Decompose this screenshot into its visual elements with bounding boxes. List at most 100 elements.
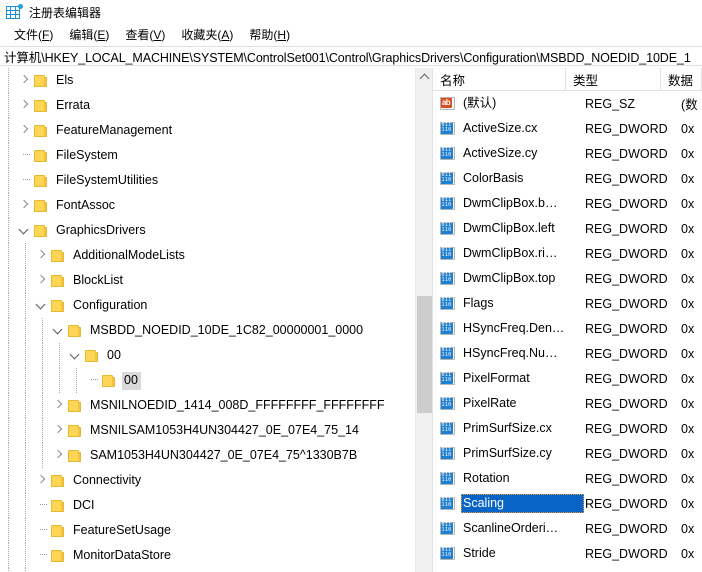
values-list[interactable]: (默认)REG_SZ(数011110ActiveSize.cxREG_DWORD…: [433, 91, 702, 572]
tree-item[interactable]: Errata: [0, 93, 416, 118]
tree-item[interactable]: ScaleFactors: [0, 568, 416, 572]
value-row[interactable]: 011110DwmClipBox.topREG_DWORD0x: [433, 266, 702, 291]
chevron-right-icon[interactable]: [34, 243, 50, 268]
tree-item[interactable]: Configuration: [0, 293, 416, 318]
tree-item-label: FontAssoc: [54, 197, 118, 215]
chevron-right-icon[interactable]: [34, 268, 50, 293]
address-bar[interactable]: 计算机\HKEY_LOCAL_MACHINE\SYSTEM\ControlSet…: [0, 46, 702, 66]
tree-indent-guides: [0, 143, 17, 168]
tree-indent-guides: [0, 168, 17, 193]
tree-item[interactable]: DCI: [0, 493, 416, 518]
registry-tree-pane: Els ErrataFeatureManagementFileSystemFile…: [0, 68, 433, 572]
tree-item[interactable]: AdditionalModeLists: [0, 243, 416, 268]
value-row[interactable]: (默认)REG_SZ(数: [433, 91, 702, 116]
folder-icon: [67, 399, 83, 413]
tree-item[interactable]: FeatureSetUsage: [0, 518, 416, 543]
tree-item-label: MonitorDataStore: [71, 547, 174, 565]
menu-favorites[interactable]: 收藏夹(A): [174, 24, 242, 45]
folder-icon: [50, 274, 66, 288]
value-row[interactable]: 011110PixelFormatREG_DWORD0x: [433, 366, 702, 391]
tree-indent-guides: [0, 243, 34, 268]
value-row[interactable]: 011110RotationREG_DWORD0x: [433, 466, 702, 491]
chevron-right-icon[interactable]: [17, 193, 33, 218]
value-row[interactable]: 011110PixelRateREG_DWORD0x: [433, 391, 702, 416]
column-header-type[interactable]: 类型: [566, 68, 661, 91]
value-row[interactable]: 011110ColorBasisREG_DWORD0x: [433, 166, 702, 191]
tree-item[interactable]: 00: [0, 343, 416, 368]
menu-view[interactable]: 查看(V): [118, 24, 174, 45]
tree-item[interactable]: Connectivity: [0, 468, 416, 493]
registry-tree[interactable]: Els ErrataFeatureManagementFileSystemFile…: [0, 68, 416, 572]
value-row[interactable]: 011110ScanlineOrderi…REG_DWORD0x: [433, 516, 702, 541]
value-row[interactable]: 011110PrimSurfSize.cxREG_DWORD0x: [433, 416, 702, 441]
values-column-header: 名称 类型 数据: [433, 68, 702, 91]
dword-value-icon: 011110: [440, 547, 456, 561]
menu-help[interactable]: 帮助(H): [242, 24, 299, 45]
scroll-up-arrow-icon[interactable]: [416, 68, 432, 85]
value-row[interactable]: 011110FlagsREG_DWORD0x: [433, 291, 702, 316]
value-data: 0x: [681, 222, 694, 236]
value-row[interactable]: 011110DwmClipBox.b…REG_DWORD0x: [433, 191, 702, 216]
tree-item[interactable]: SAM1053H4UN304427_0E_07E4_75^1330B7B: [0, 443, 416, 468]
value-row[interactable]: 011110StrideREG_DWORD0x: [433, 541, 702, 566]
chevron-down-icon[interactable]: [68, 343, 84, 368]
value-name: Rotation: [461, 469, 584, 488]
value-data: 0x: [681, 247, 694, 261]
value-type: REG_DWORD: [584, 172, 681, 186]
chevron-right-icon[interactable]: [17, 68, 33, 93]
chevron-down-icon[interactable]: [34, 293, 50, 318]
chevron-down-icon[interactable]: [17, 218, 33, 243]
value-type: REG_DWORD: [584, 522, 681, 536]
tree-item-label: MSNILNOEDID_1414_008D_FFFFFFFF_FFFFFFFF: [88, 397, 387, 415]
folder-icon: [33, 124, 49, 138]
chevron-right-icon[interactable]: [51, 393, 67, 418]
tree-item[interactable]: MonitorDataStore: [0, 543, 416, 568]
scrollbar-thumb[interactable]: [417, 296, 432, 413]
value-row[interactable]: 011110DwmClipBox.leftREG_DWORD0x: [433, 216, 702, 241]
chevron-right-icon[interactable]: [51, 443, 67, 468]
value-name: Flags: [461, 294, 584, 313]
value-row[interactable]: 011110DwmClipBox.ri…REG_DWORD0x: [433, 241, 702, 266]
value-row[interactable]: 011110ScalingREG_DWORD0x: [433, 491, 702, 516]
tree-item[interactable]: FontAssoc: [0, 193, 416, 218]
tree-item[interactable]: MSNILSAM1053H4UN304427_0E_07E4_75_14: [0, 418, 416, 443]
chevron-right-icon[interactable]: [17, 93, 33, 118]
value-row[interactable]: 011110PrimSurfSize.cyREG_DWORD0x: [433, 441, 702, 466]
value-row[interactable]: 011110HSyncFreq.Den…REG_DWORD0x: [433, 316, 702, 341]
value-row[interactable]: 011110ActiveSize.cxREG_DWORD0x: [433, 116, 702, 141]
tree-item[interactable]: Els: [0, 68, 416, 93]
tree-item[interactable]: FileSystemUtilities: [0, 168, 416, 193]
value-row[interactable]: 011110VideoStandardREG_DWORD0x: [433, 566, 702, 572]
tree-indent-guides: [0, 68, 17, 93]
tree-item[interactable]: MSNILNOEDID_1414_008D_FFFFFFFF_FFFFFFFF: [0, 393, 416, 418]
value-name: PixelFormat: [461, 369, 584, 388]
tree-item[interactable]: FileSystem: [0, 143, 416, 168]
tree-indent-guides: [0, 368, 85, 393]
chevron-right-icon[interactable]: [17, 118, 33, 143]
chevron-down-icon[interactable]: [51, 318, 67, 343]
folder-icon: [67, 324, 83, 338]
tree-vertical-scrollbar[interactable]: [415, 68, 432, 572]
chevron-right-icon[interactable]: [34, 468, 50, 493]
tree-item[interactable]: BlockList: [0, 268, 416, 293]
column-header-name[interactable]: 名称: [433, 68, 566, 91]
value-row[interactable]: 011110HSyncFreq.Nu…REG_DWORD0x: [433, 341, 702, 366]
folder-icon: [50, 249, 66, 263]
value-row[interactable]: 011110ActiveSize.cyREG_DWORD0x: [433, 141, 702, 166]
tree-item[interactable]: FeatureManagement: [0, 118, 416, 143]
menu-file[interactable]: 文件(F): [7, 24, 62, 45]
tree-item[interactable]: MSBDD_NOEDID_10DE_1C82_00000001_0000: [0, 318, 416, 343]
menu-bar: 文件(F) 编辑(E) 查看(V) 收藏夹(A) 帮助(H): [0, 24, 702, 45]
tree-item-label: Els: [54, 72, 76, 90]
chevron-right-icon[interactable]: [34, 568, 50, 572]
value-name: DwmClipBox.ri…: [461, 244, 584, 263]
menu-edit[interactable]: 编辑(E): [62, 24, 118, 45]
folder-icon: [33, 149, 49, 163]
tree-item[interactable]: GraphicsDrivers: [0, 218, 416, 243]
tree-item[interactable]: 00: [0, 368, 416, 393]
column-header-data[interactable]: 数据: [661, 68, 702, 91]
value-name: DwmClipBox.b…: [461, 194, 584, 213]
value-data: 0x: [681, 172, 694, 186]
chevron-right-icon[interactable]: [51, 418, 67, 443]
tree-indent-guides: [0, 293, 34, 318]
